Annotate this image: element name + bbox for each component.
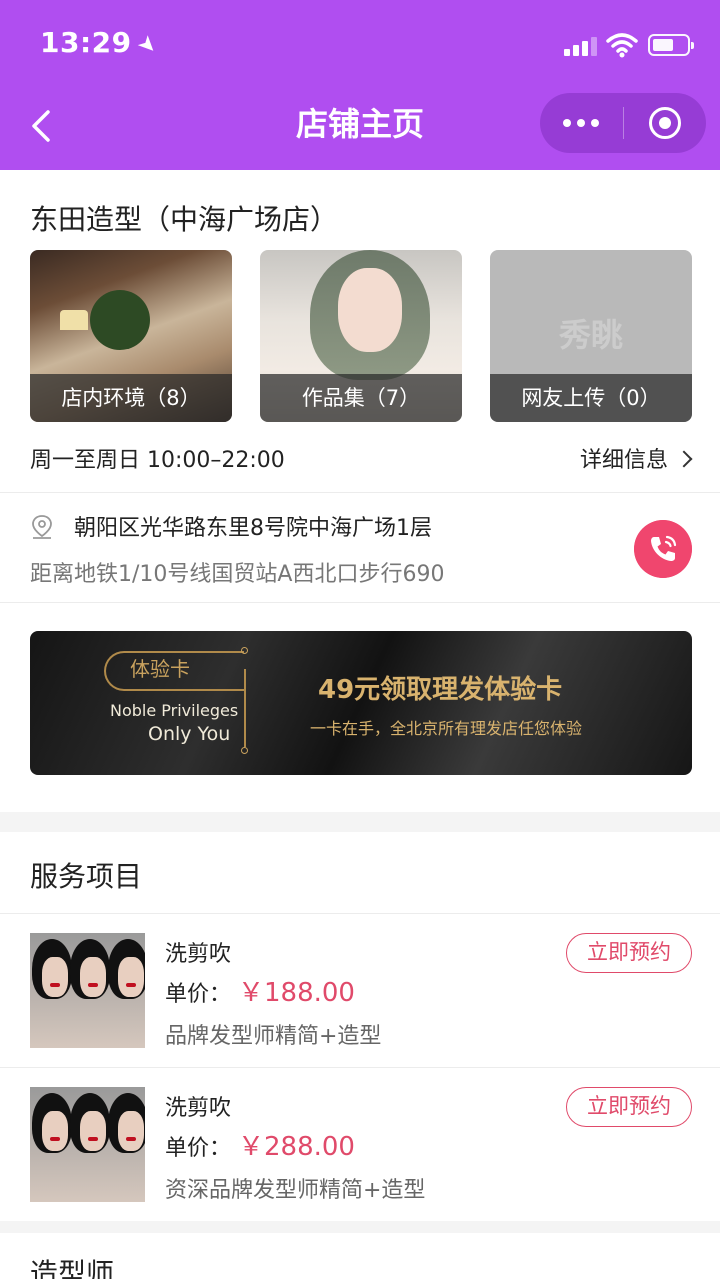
album-store-environment[interactable]: 店内环境（8） <box>30 250 232 422</box>
divider <box>0 492 720 493</box>
service-description: 品牌发型师精简+造型 <box>165 1024 382 1049</box>
business-hours: 周一至周日 10:00–22:00 <box>30 448 285 473</box>
book-now-button[interactable]: 立即预约 <box>566 1087 692 1127</box>
details-link[interactable]: 详细信息 <box>579 442 693 474</box>
banner-headline: 49元领取理发体验卡 <box>318 675 563 705</box>
miniprogram-capsule <box>540 93 706 153</box>
photo-face-shape <box>338 268 402 352</box>
section-gap <box>0 812 720 832</box>
album-user-uploads[interactable]: 秀眺 网友上传（0） <box>490 250 692 422</box>
album-portfolio[interactable]: 作品集（7） <box>260 250 462 422</box>
decor-line <box>244 669 246 747</box>
trial-card-banner[interactable]: 体验卡 Noble Privileges Only You 49元领取理发体验卡… <box>30 631 692 775</box>
service-name: 洗剪吹 <box>165 942 232 967</box>
price-value: ￥288.00 <box>238 1132 355 1162</box>
banner-badge: 体验卡 <box>130 657 190 681</box>
wifi-icon <box>606 33 638 58</box>
watermark-logo: 秀眺 <box>558 316 623 354</box>
book-now-button[interactable]: 立即预约 <box>566 933 692 973</box>
service-thumbnail <box>30 933 145 1048</box>
chevron-right-icon <box>675 450 693 468</box>
divider <box>0 1067 720 1068</box>
photo-plant-shape <box>90 290 150 350</box>
status-time-text: 13:29 <box>40 26 132 59</box>
status-time: 13:29➤ <box>40 26 163 61</box>
shop-address: 朝阳区光华路东里8号院中海广场1层 <box>74 516 432 541</box>
album-label: 店内环境（8） <box>30 374 232 422</box>
album-label: 作品集（7） <box>260 374 462 422</box>
album-label: 网友上传（0） <box>490 374 692 422</box>
decor-dot <box>241 747 248 754</box>
divider <box>0 602 720 603</box>
stylists-title: 造型师 <box>30 1257 115 1279</box>
banner-only-you: Only You <box>148 723 231 745</box>
divider <box>0 913 720 914</box>
services-title: 服务项目 <box>30 860 143 893</box>
banner-subtext: 一卡在手，全北京所有理发店任您体验 <box>310 719 583 738</box>
price-value: ￥188.00 <box>238 978 355 1008</box>
service-description: 资深品牌发型师精简+造型 <box>165 1178 426 1203</box>
more-menu-button[interactable] <box>540 93 622 153</box>
signal-icon <box>564 36 598 56</box>
capsule-divider <box>623 107 624 139</box>
details-link-label: 详细信息 <box>579 448 668 473</box>
banner-noble-text: Noble Privileges <box>110 701 239 720</box>
service-name: 洗剪吹 <box>165 1096 232 1121</box>
subway-distance: 距离地铁1/10号线国贸站A西北口步行690 <box>30 562 445 587</box>
close-miniprogram-button[interactable] <box>649 107 681 139</box>
section-gap <box>0 1221 720 1233</box>
battery-icon <box>648 34 694 56</box>
service-thumbnail <box>30 1087 145 1202</box>
location-pin-icon <box>32 515 52 539</box>
price-label: 单价： <box>165 1136 232 1161</box>
location-arrow-icon: ➤ <box>131 29 163 62</box>
phone-call-button[interactable] <box>634 520 692 578</box>
photo-lamp-shape <box>60 310 88 330</box>
shop-name: 东田造型（中海广场店） <box>30 203 339 236</box>
top-bar: 13:29➤ 店铺主页 <box>0 0 720 170</box>
decor-dot <box>241 647 248 654</box>
price-label: 单价： <box>165 982 232 1007</box>
